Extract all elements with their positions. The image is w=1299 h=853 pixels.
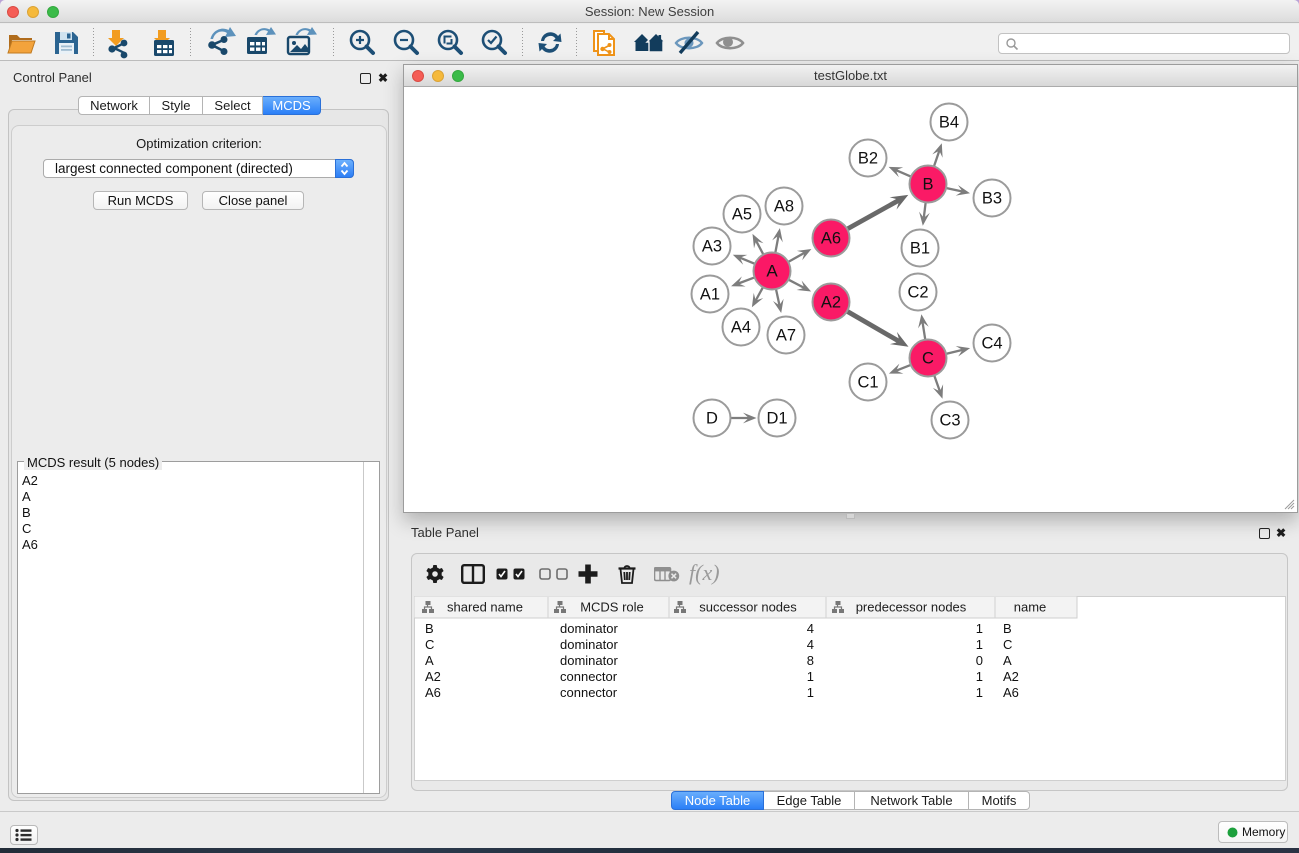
svg-text:0: 0	[976, 653, 983, 668]
svg-text:A: A	[766, 262, 778, 281]
svg-text:dominator: dominator	[560, 621, 618, 636]
svg-text:1: 1	[976, 685, 983, 700]
svg-text:1: 1	[976, 637, 983, 652]
svg-text:B: B	[425, 621, 434, 636]
svg-text:C: C	[425, 637, 434, 652]
svg-text:A: A	[1003, 653, 1012, 668]
svg-text:4: 4	[807, 637, 814, 652]
svg-text:1: 1	[807, 685, 814, 700]
svg-text:successor nodes: successor nodes	[699, 600, 797, 615]
svg-text:A2: A2	[821, 294, 841, 312]
svg-text:1: 1	[976, 621, 983, 636]
svg-text:B: B	[1003, 621, 1012, 636]
svg-text:A4: A4	[731, 319, 751, 337]
svg-text:C3: C3	[939, 412, 960, 430]
svg-text:A6: A6	[425, 685, 441, 700]
svg-text:A6: A6	[821, 230, 841, 248]
svg-text:B1: B1	[910, 240, 930, 258]
svg-text:C1: C1	[857, 374, 878, 392]
svg-text:1: 1	[807, 669, 814, 684]
svg-text:A3: A3	[702, 238, 722, 256]
svg-text:shared name: shared name	[447, 600, 523, 615]
svg-text:C: C	[1003, 637, 1012, 652]
svg-text:C2: C2	[907, 284, 928, 302]
svg-text:A2: A2	[425, 669, 441, 684]
svg-text:A7: A7	[776, 327, 796, 345]
svg-text:MCDS role: MCDS role	[580, 600, 644, 615]
svg-text:dominator: dominator	[560, 653, 618, 668]
svg-text:B4: B4	[939, 114, 959, 132]
svg-text:8: 8	[807, 653, 814, 668]
svg-text:A1: A1	[700, 286, 720, 304]
svg-text:4: 4	[807, 621, 814, 636]
svg-text:D1: D1	[766, 410, 787, 428]
svg-text:B: B	[922, 176, 933, 194]
svg-text:predecessor nodes: predecessor nodes	[856, 600, 967, 615]
svg-text:D: D	[706, 410, 718, 428]
svg-text:connector: connector	[560, 685, 618, 700]
svg-text:name: name	[1014, 600, 1047, 615]
svg-text:A5: A5	[732, 206, 752, 224]
svg-text:A8: A8	[774, 198, 794, 216]
svg-text:C4: C4	[981, 335, 1002, 353]
svg-text:B3: B3	[982, 190, 1002, 208]
svg-text:A2: A2	[1003, 669, 1019, 684]
svg-text:B2: B2	[858, 150, 878, 168]
svg-text:dominator: dominator	[560, 637, 618, 652]
svg-text:A6: A6	[1003, 685, 1019, 700]
svg-text:A: A	[425, 653, 434, 668]
svg-text:connector: connector	[560, 669, 618, 684]
svg-text:C: C	[922, 350, 934, 368]
svg-text:1: 1	[976, 669, 983, 684]
